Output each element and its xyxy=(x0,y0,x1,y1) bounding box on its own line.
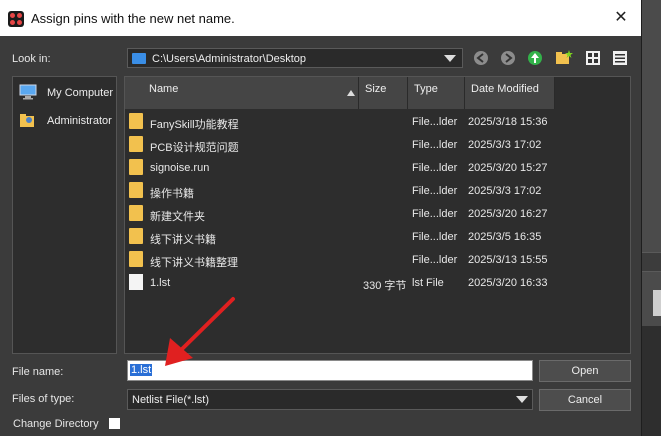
list-item[interactable]: FanySkill功能教程 File...lder 2025/3/18 15:3… xyxy=(125,110,630,133)
file-type: File...lder xyxy=(412,116,458,128)
sidebar-item-administrator[interactable]: Administrator xyxy=(17,109,115,131)
filename-label: File name: xyxy=(12,366,64,378)
file-name: FanySkill功能教程 xyxy=(150,119,239,131)
cancel-button[interactable]: Cancel xyxy=(539,389,631,411)
desktop-icon xyxy=(132,53,146,64)
column-header-type[interactable]: Type xyxy=(408,77,465,109)
file-date: 2025/3/20 15:27 xyxy=(468,162,548,174)
background-window xyxy=(641,0,661,436)
file-date: 2025/3/3 17:02 xyxy=(468,139,542,151)
file-type: lst File xyxy=(412,277,444,289)
background-panel xyxy=(641,326,661,436)
folder-icon xyxy=(129,251,143,267)
file-type: File...lder xyxy=(412,208,458,220)
chevron-down-icon[interactable] xyxy=(444,55,456,62)
lookin-combo[interactable]: C:\Users\Administrator\Desktop xyxy=(127,48,463,68)
file-date: 2025/3/5 16:35 xyxy=(468,231,542,243)
file-list: Name Size Type Date Modified FanySkill功能… xyxy=(124,76,631,354)
sidebar-item-label: Administrator xyxy=(47,115,112,127)
list-item[interactable]: signoise.run File...lder 2025/3/20 15:27 xyxy=(125,156,630,179)
file-type: File...lder xyxy=(412,254,458,266)
sidebar-item-my-computer[interactable]: My Computer xyxy=(17,81,115,103)
file-type: File...lder xyxy=(412,139,458,151)
filetype-label: Files of type: xyxy=(12,393,75,405)
folder-icon xyxy=(129,182,143,198)
column-header-label: Type xyxy=(414,83,438,95)
column-header-date[interactable]: Date Modified xyxy=(465,77,555,109)
places-sidebar: My Computer Administrator xyxy=(12,76,117,354)
list-item[interactable]: 1.lst 330 字节 lst File 2025/3/20 16:33 xyxy=(125,271,630,294)
filename-input[interactable]: 1.lst xyxy=(127,360,533,381)
folder-icon xyxy=(129,136,143,152)
detail-view-icon[interactable] xyxy=(610,48,630,68)
folder-icon xyxy=(129,205,143,221)
sidebar-item-label: My Computer xyxy=(47,87,114,99)
chevron-down-icon[interactable] xyxy=(516,396,528,403)
list-item[interactable]: 线下讲义书籍 File...lder 2025/3/5 16:35 xyxy=(125,225,630,248)
file-name: 操作书籍 xyxy=(150,188,194,200)
column-header-label: Size xyxy=(365,83,387,95)
file-name: 新建文件夹 xyxy=(150,211,205,223)
close-icon[interactable]: ✕ xyxy=(601,0,641,36)
file-name: signoise.run xyxy=(150,162,210,174)
user-folder-icon xyxy=(20,114,34,127)
file-type: File...lder xyxy=(412,162,458,174)
change-directory-label: Change Directory xyxy=(13,418,99,430)
change-directory-checkbox[interactable] xyxy=(109,418,120,429)
file-name: 线下讲义书籍整理 xyxy=(150,257,238,269)
folder-icon xyxy=(129,228,143,244)
forward-icon[interactable] xyxy=(498,48,518,68)
list-item[interactable]: 新建文件夹 File...lder 2025/3/20 16:27 xyxy=(125,202,630,225)
file-date: 2025/3/20 16:33 xyxy=(468,277,548,289)
column-header-label: Date Modified xyxy=(471,83,539,95)
list-item[interactable]: 线下讲义书籍整理 File...lder 2025/3/13 15:55 xyxy=(125,248,630,271)
file-date: 2025/3/13 15:55 xyxy=(468,254,548,266)
file-date: 2025/3/3 17:02 xyxy=(468,185,542,197)
list-item[interactable]: 操作书籍 File...lder 2025/3/3 17:02 xyxy=(125,179,630,202)
background-panel-bar xyxy=(641,252,661,272)
dialog-title: Assign pins with the new net name. xyxy=(31,11,235,26)
background-scrollbar xyxy=(653,290,661,316)
file-icon xyxy=(129,274,143,290)
column-header-label: Name xyxy=(149,83,179,95)
filename-value: 1.lst xyxy=(130,364,153,376)
folder-icon xyxy=(129,113,143,129)
folder-icon xyxy=(129,159,143,175)
lookin-path: C:\Users\Administrator\Desktop xyxy=(152,53,307,65)
file-name: 1.lst xyxy=(150,277,171,289)
parent-dir-icon[interactable] xyxy=(525,48,545,68)
file-name: 线下讲义书籍 xyxy=(150,234,216,246)
title-bar: Assign pins with the new net name. ✕ xyxy=(0,0,641,36)
column-header-name[interactable]: Name xyxy=(125,77,359,109)
lookin-label: Look in: xyxy=(12,53,51,65)
computer-icon xyxy=(19,84,37,100)
file-name: PCB设计规范问题 xyxy=(150,142,239,154)
app-icon xyxy=(8,11,24,27)
file-type: File...lder xyxy=(412,231,458,243)
open-button[interactable]: Open xyxy=(539,360,631,382)
file-size: 330 字节 xyxy=(363,280,407,292)
filetype-select[interactable]: Netlist File(*.lst) xyxy=(127,389,533,410)
column-header-size[interactable]: Size xyxy=(359,77,408,109)
sort-ascending-icon xyxy=(347,90,355,96)
back-icon[interactable] xyxy=(471,48,491,68)
list-view-icon[interactable] xyxy=(583,48,603,68)
file-type: File...lder xyxy=(412,185,458,197)
file-dialog: Assign pins with the new net name. ✕ Loo… xyxy=(0,0,642,436)
filetype-value: Netlist File(*.lst) xyxy=(132,394,210,406)
list-item[interactable]: PCB设计规范问题 File...lder 2025/3/3 17:02 xyxy=(125,133,630,156)
new-folder-icon[interactable] xyxy=(554,48,574,68)
file-date: 2025/3/18 15:36 xyxy=(468,116,548,128)
file-date: 2025/3/20 16:27 xyxy=(468,208,548,220)
